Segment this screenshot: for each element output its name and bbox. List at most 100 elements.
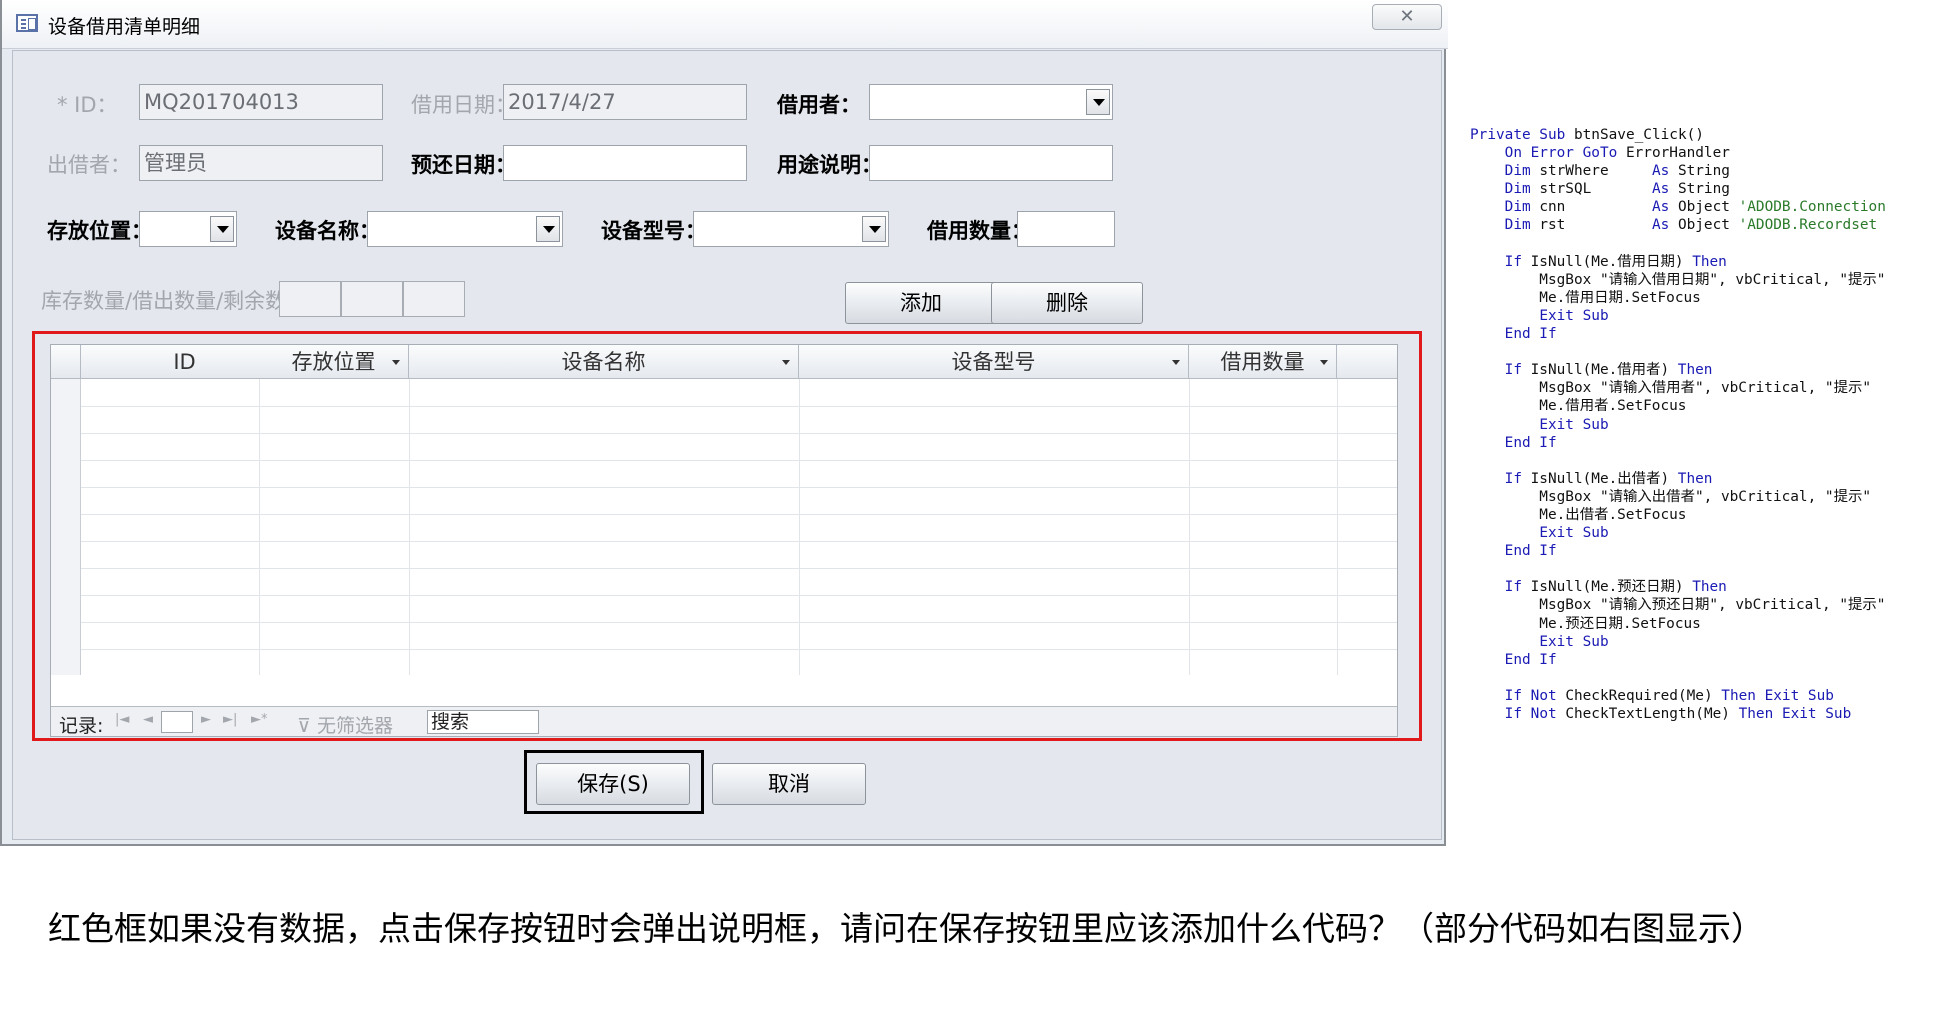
column-header-location[interactable]: 存放位置	[259, 345, 409, 379]
device-model-label: 设备型号：	[601, 219, 706, 243]
lender-label: 出借者：	[47, 153, 131, 177]
code-line: Dim strSQL As String	[1504, 181, 1730, 198]
id-label: * ID：	[57, 93, 118, 117]
code-line: On Error GoTo ErrorHandler	[1504, 145, 1730, 162]
code-line: If Not CheckRequired(Me) Then Exit Sub	[1504, 687, 1834, 704]
grid-row-line	[81, 460, 1397, 461]
code-line: Dim cnn As Object 'ADODB.Connection	[1504, 199, 1886, 216]
code-line: Me.借用日期.SetFocus	[1470, 289, 1701, 306]
grid-column-line	[259, 379, 260, 675]
chevron-down-icon[interactable]	[210, 216, 234, 242]
code-line: Me.借用者.SetFocus	[1470, 398, 1687, 415]
save-button[interactable]: 保存(S)	[536, 763, 690, 805]
record-selector[interactable]	[51, 379, 81, 675]
chevron-down-icon[interactable]	[536, 216, 560, 242]
borrow-qty-field[interactable]	[1017, 211, 1115, 247]
device-name-label: 设备名称：	[275, 219, 380, 243]
grid-row-line	[81, 433, 1397, 434]
code-line: Exit Sub	[1539, 633, 1609, 650]
code-line: If IsNull(Me.预还日期) Then	[1504, 579, 1727, 596]
borrower-label: 借用者：	[777, 93, 861, 117]
sort-arrow-icon[interactable]	[1172, 360, 1180, 365]
location-label: 存放位置：	[47, 219, 152, 243]
lender-field[interactable]: 管理员	[139, 145, 383, 181]
borrow-date-field[interactable]: 2017/4/27	[503, 84, 747, 120]
id-field[interactable]: MQ201704013	[139, 84, 383, 120]
code-line: Private Sub btnSave_Click()	[1470, 127, 1704, 143]
chevron-down-icon[interactable]	[862, 216, 886, 242]
question-text: 红色框如果没有数据，点击保存按钮时会弹出说明框，请问在保存按钮里应该添加什么代码…	[48, 909, 1764, 948]
detail-datasheet[interactable]: ID 存放位置 设备名称 设备型号 借用数量 记录: |◄ ◄ ► ►| ►* …	[50, 344, 1398, 737]
code-line: If Not CheckTextLength(Me) Then Exit Sub	[1504, 706, 1852, 722]
column-header-id[interactable]: ID	[81, 345, 289, 379]
code-line: MsgBox "请输入借用者", vbCritical, "提示"	[1470, 380, 1872, 397]
window-title: 设备借用清单明细	[48, 16, 201, 38]
header-filler	[1337, 345, 1397, 379]
code-line: End If	[1504, 651, 1557, 668]
sort-arrow-icon[interactable]	[1320, 360, 1328, 365]
sort-arrow-icon[interactable]	[392, 360, 400, 365]
device-model-combo[interactable]	[693, 211, 889, 247]
code-line: Dim rst As Object 'ADODB.Recordset	[1504, 217, 1878, 234]
grid-row-line	[81, 595, 1397, 596]
grid-row-line	[81, 406, 1397, 407]
grid-row-line	[81, 622, 1397, 623]
code-line: If IsNull(Me.借用者) Then	[1504, 362, 1713, 379]
code-line: Me.预还日期.SetFocus	[1470, 615, 1701, 632]
code-line: If IsNull(Me.借用日期) Then	[1504, 253, 1727, 270]
code-line: MsgBox "请输入借用日期", vbCritical, "提示"	[1470, 271, 1886, 288]
lent-qty-box	[341, 281, 403, 317]
last-record-icon[interactable]: ►|	[223, 712, 237, 727]
sort-arrow-icon[interactable]	[782, 360, 790, 365]
grid-row-line	[81, 568, 1397, 569]
borrower-combo[interactable]	[869, 84, 1113, 120]
delete-button[interactable]: 删除	[991, 282, 1143, 324]
grid-row-line	[81, 541, 1397, 542]
chevron-down-icon[interactable]	[1086, 89, 1110, 115]
filter-status[interactable]: ⊽ 无筛选器	[297, 711, 393, 736]
column-header-borrow-qty[interactable]: 借用数量	[1189, 345, 1337, 379]
grid-row-line	[81, 487, 1397, 488]
code-line: End If	[1504, 434, 1557, 451]
code-line: MsgBox "请输入出借者", vbCritical, "提示"	[1470, 488, 1872, 505]
code-line: End If	[1504, 326, 1557, 343]
code-line: MsgBox "请输入预还日期", vbCritical, "提示"	[1470, 597, 1886, 614]
previous-record-icon[interactable]: ◄	[143, 712, 153, 727]
vba-code-snippet: Private Sub btnSave_Click() On Error GoT…	[1470, 126, 1946, 726]
form-icon	[16, 14, 38, 32]
first-record-icon[interactable]: |◄	[115, 712, 129, 727]
purpose-field[interactable]	[869, 145, 1113, 181]
remaining-qty-box	[403, 281, 465, 317]
return-date-field[interactable]	[503, 145, 747, 181]
record-label: 记录:	[59, 715, 104, 737]
grid-row-line	[81, 649, 1397, 650]
search-input[interactable]: 搜索	[427, 710, 539, 734]
add-button[interactable]: 添加	[845, 282, 997, 324]
grid-column-line	[799, 379, 800, 675]
stock-qty-box	[279, 281, 341, 317]
code-line: End If	[1504, 543, 1557, 560]
column-header-device-name[interactable]: 设备名称	[409, 345, 799, 379]
close-button[interactable]: ✕	[1372, 4, 1442, 30]
code-line: Me.出借者.SetFocus	[1470, 506, 1687, 523]
record-navigation-bar: 记录: |◄ ◄ ► ►| ►* ⊽ 无筛选器 搜索	[51, 706, 1397, 736]
current-record-input[interactable]	[161, 711, 193, 733]
grid-column-line	[409, 379, 410, 675]
location-combo[interactable]	[139, 211, 237, 247]
grid-column-line	[1189, 379, 1190, 675]
cancel-button[interactable]: 取消	[712, 763, 866, 805]
code-line: Exit Sub	[1539, 416, 1609, 433]
next-record-icon[interactable]: ►	[201, 712, 211, 727]
borrow-date-label: 借用日期：	[411, 93, 516, 117]
column-header-device-model[interactable]: 设备型号	[799, 345, 1189, 379]
grid-row-line	[81, 514, 1397, 515]
return-date-label: 预还日期：	[411, 153, 516, 177]
device-name-combo[interactable]	[367, 211, 563, 247]
new-record-icon[interactable]: ►*	[251, 712, 268, 727]
select-all-corner[interactable]	[51, 345, 81, 379]
title-bar: 设备借用清单明细 ✕	[2, 0, 1448, 49]
